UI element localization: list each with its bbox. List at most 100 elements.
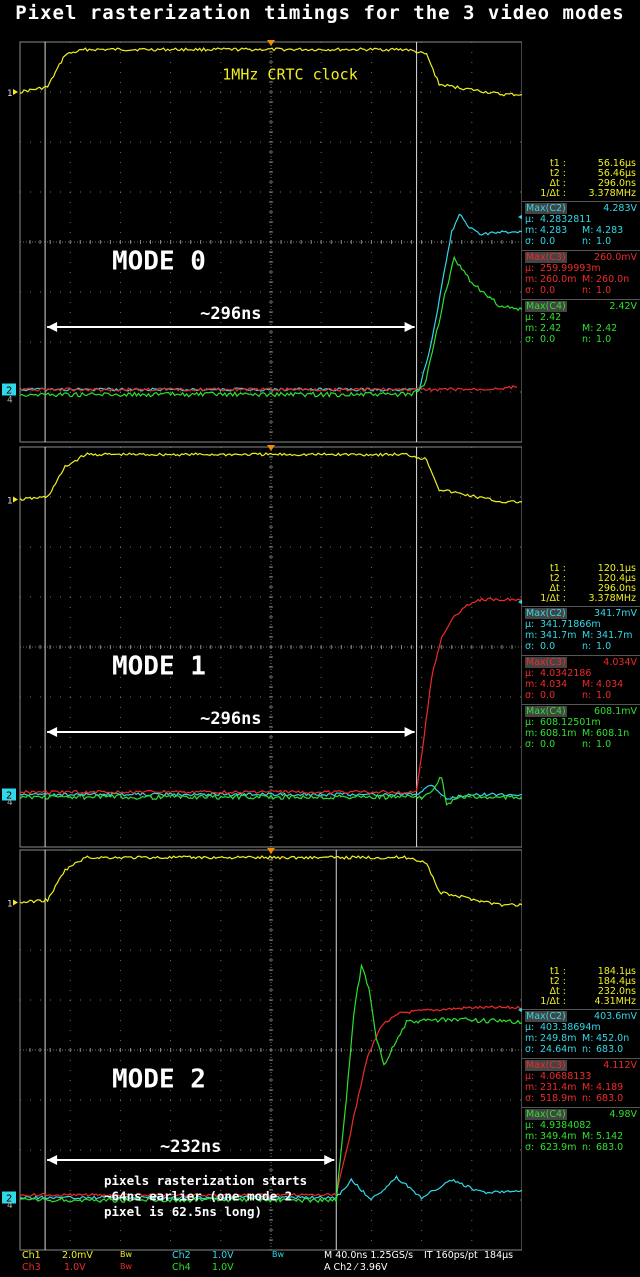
min-key: m: bbox=[525, 728, 538, 739]
ch2-label: Ch2 bbox=[172, 1250, 191, 1261]
count-key: n: bbox=[582, 1142, 592, 1153]
min-key: m: bbox=[525, 1131, 538, 1142]
measure-minmax: m: 608.1m M: 608.1n bbox=[522, 728, 640, 739]
count-key: n: bbox=[582, 334, 592, 345]
measure-name: Max(C2) bbox=[525, 203, 567, 214]
mode-title: MODE 0 bbox=[112, 247, 206, 277]
sigma-value: 0.0 bbox=[540, 739, 556, 750]
measure-minmax: m: 249.8m M: 452.0n bbox=[522, 1033, 640, 1044]
count-value: 1.0 bbox=[596, 690, 612, 701]
readout-row: t2 :56.46µs bbox=[522, 168, 640, 179]
sigma-key: σ: bbox=[525, 334, 535, 345]
bw-label: Bw bbox=[120, 1250, 133, 1259]
count-key: n: bbox=[582, 641, 592, 652]
measure-name: Max(C2) bbox=[525, 608, 567, 619]
clock-annotation: 1MHz CRTC clock bbox=[222, 66, 357, 84]
measure-box-c3: Max(C3) 4.112V µ: 4.0688133 m: 231.4m M: 4.189 σ… bbox=[522, 1058, 640, 1104]
readout-row: Δt :296.0ns bbox=[522, 178, 640, 189]
min-key: m: bbox=[525, 1082, 538, 1093]
measure-box-c4: Max(C4) 2.42V µ: 2.42 m: 2.42 M: 2.42 σ: 0.0 n: 1.0 bbox=[522, 299, 640, 345]
measure-value: 4.112V bbox=[603, 1060, 637, 1071]
mean-value: 4.0688133 bbox=[540, 1071, 592, 1082]
measurement-panel: t1 :184.1µs t2 :184.4µs Δt :232.0ns 1/Δt : 4… bbox=[522, 966, 640, 1153]
ch1-label: Ch1 bbox=[22, 1250, 41, 1261]
sigma-value: 0.0 bbox=[540, 690, 556, 701]
readout-row: 1/Δt : 4.31MHz bbox=[522, 996, 640, 1007]
measure-minmax: m: 341.7m M: 341.7m bbox=[522, 630, 640, 641]
min-key: m: bbox=[525, 274, 538, 285]
trigger-marker bbox=[267, 848, 275, 854]
mean-key: µ: bbox=[525, 1022, 535, 1033]
ch4-scale: 1.0V bbox=[212, 1262, 234, 1273]
readout-value: 4.31MHz bbox=[594, 996, 636, 1007]
cursor-readout: t1 :184.1µs t2 :184.4µs Δt :232.0ns 1/Δt : 4… bbox=[522, 966, 640, 1007]
mean-key: µ: bbox=[525, 1120, 535, 1131]
measure-sigma: σ: 0.0 n: 1.0 bbox=[522, 334, 640, 345]
measure-value: 4.034V bbox=[603, 657, 637, 668]
marker-label: 4 bbox=[7, 396, 13, 406]
interp: IT 160ps/pt bbox=[424, 1250, 478, 1261]
count-key: n: bbox=[582, 236, 592, 247]
measure-sigma: σ: 0.0 n: 1.0 bbox=[522, 236, 640, 247]
measure-mean: µ: 2.42 bbox=[522, 312, 640, 323]
min-value: 231.4m bbox=[540, 1082, 577, 1093]
channel-marker-ch1: 1 bbox=[7, 899, 18, 910]
mean-key: µ: bbox=[525, 717, 535, 728]
min-value: 249.8m bbox=[540, 1033, 577, 1044]
max-value: 260.0n bbox=[596, 274, 630, 285]
measure-name: Max(C3) bbox=[525, 657, 567, 668]
count-key: n: bbox=[582, 285, 592, 296]
count-value: 1.0 bbox=[596, 739, 612, 750]
measurement-panel: t1 :56.16µs t2 :56.46µs Δt :296.0ns 1/Δt : 3… bbox=[522, 158, 640, 345]
sigma-value: 24.64m bbox=[540, 1044, 577, 1055]
count-key: n: bbox=[582, 739, 592, 750]
readout-row: t1 :56.16µs bbox=[522, 158, 640, 169]
max-value: 452.0n bbox=[596, 1033, 630, 1044]
scope-panel-2: 1 2 4 ~232ns MODE 2 pixels rasterization star… bbox=[0, 848, 640, 1252]
measure-sigma: σ: 0.0 n: 1.0 bbox=[522, 285, 640, 296]
measure-mean: µ: 4.0688133 bbox=[522, 1071, 640, 1082]
measure-value: 4.283V bbox=[603, 203, 637, 214]
max-key: M: bbox=[582, 728, 594, 739]
sigma-value: 0.0 bbox=[540, 285, 556, 296]
ch2-scale: 1.0V bbox=[212, 1250, 234, 1261]
measure-value: 403.6mV bbox=[594, 1011, 637, 1022]
measure-sigma: σ: 0.0 n: 1.0 bbox=[522, 739, 640, 750]
interval-label: ~296ns bbox=[200, 304, 261, 324]
measure-box-c2: Max(C2) 341.7mV µ: 341.71866m m: 341.7m M: 341.… bbox=[522, 606, 640, 652]
measure-sigma: σ: 518.9m n: 683.0 bbox=[522, 1093, 640, 1104]
count-value: 683.0 bbox=[596, 1093, 624, 1104]
readout-value: 3.378MHz bbox=[588, 593, 636, 604]
measure-name: Max(C4) bbox=[525, 301, 567, 312]
cursor-readout: t1 :56.16µs t2 :56.46µs Δt :296.0ns 1/Δt : 3… bbox=[522, 158, 640, 199]
count-key: n: bbox=[582, 1044, 592, 1055]
marker-label: 4 bbox=[7, 1201, 13, 1211]
scope-status-bar: Ch1 2.0mV Bw Ch2 1.0V Bw M 40.0ns 1.25GS… bbox=[0, 1248, 640, 1277]
measure-value: 4.98V bbox=[609, 1109, 637, 1120]
measure-box-c4: Max(C4) 608.1mV µ: 608.12501m m: 608.1m M: 608.… bbox=[522, 704, 640, 750]
readout-row: 1/Δt : 3.378MHz bbox=[522, 593, 640, 604]
readout-value: 3.378MHz bbox=[588, 188, 636, 199]
timebase: M 40.0ns 1.25GS/s bbox=[324, 1250, 414, 1261]
count-key: n: bbox=[582, 1093, 592, 1104]
measure-header: Max(C3) 260.0mV bbox=[522, 252, 640, 263]
max-key: M: bbox=[582, 225, 594, 236]
sigma-key: σ: bbox=[525, 641, 535, 652]
measure-name: Max(C3) bbox=[525, 252, 567, 263]
readout-key: 1/Δt : bbox=[540, 996, 566, 1007]
marker-label: 4 bbox=[7, 798, 13, 808]
measure-mean: µ: 403.38694m bbox=[522, 1022, 640, 1033]
min-value: 2.42 bbox=[540, 323, 562, 334]
marker-label: 1 bbox=[7, 497, 13, 507]
sigma-key: σ: bbox=[525, 739, 535, 750]
measure-minmax: m: 4.034 M: 4.034 bbox=[522, 679, 640, 690]
readout-row: t2 :184.4µs bbox=[522, 976, 640, 987]
min-value: 349.4m bbox=[540, 1131, 577, 1142]
interval-label: ~296ns bbox=[200, 709, 261, 729]
mean-value: 403.38694m bbox=[540, 1022, 601, 1033]
measure-header: Max(C4) 4.98V bbox=[522, 1109, 640, 1120]
max-key: M: bbox=[582, 630, 594, 641]
measure-name: Max(C4) bbox=[525, 1109, 567, 1120]
count-value: 683.0 bbox=[596, 1044, 624, 1055]
readout-key: 1/Δt : bbox=[540, 188, 566, 199]
